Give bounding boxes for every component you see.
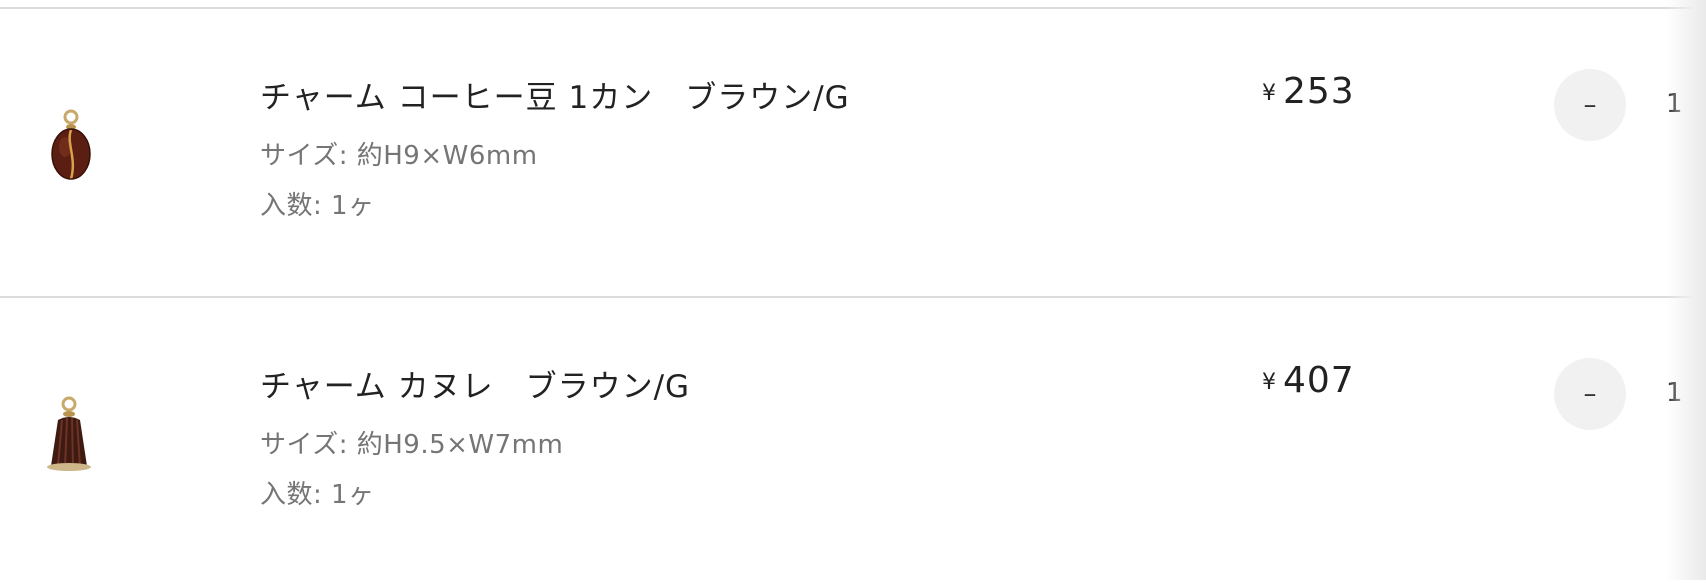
product-name[interactable]: チャーム コーヒー豆 1カン ブラウン/G [260,72,850,117]
cart-item: チャーム コーヒー豆 1カン ブラウン/G サイズ: 約H9×W6mm 入数: … [0,9,1706,298]
product-size: サイズ: 約H9×W6mm [260,141,538,171]
product-name[interactable]: チャーム カヌレ ブラウン/G [260,361,690,406]
coffee-bean-charm-icon [51,109,91,180]
product-size: サイズ: 約H9.5×W7mm [260,430,564,460]
cart-item: チャーム カヌレ ブラウン/G サイズ: 約H9.5×W7mm 入数: 1ヶ ¥… [0,298,1706,587]
price-value: 407 [1283,360,1355,401]
price-value: 253 [1283,71,1355,112]
decrease-quantity-button[interactable]: – [1554,69,1626,141]
product-price: ¥407 [1262,360,1355,401]
canele-charm-icon [47,396,91,471]
product-pack-count: 入数: 1ヶ [260,480,375,510]
currency-symbol: ¥ [1262,81,1277,106]
product-price: ¥253 [1262,71,1355,112]
quantity-value: 1 [1666,378,1683,408]
product-pack-count: 入数: 1ヶ [260,191,375,221]
quantity-value: 1 [1666,89,1683,119]
decrease-quantity-button[interactable]: – [1554,358,1626,430]
currency-symbol: ¥ [1262,370,1277,395]
